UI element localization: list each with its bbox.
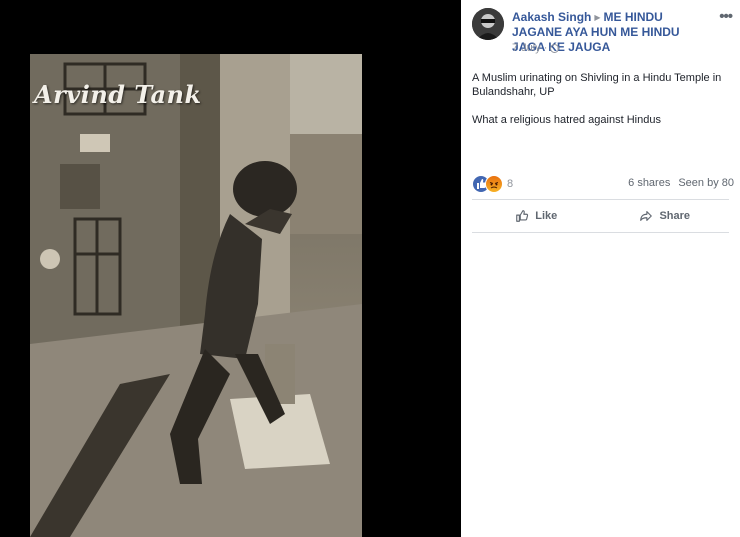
globe-icon xyxy=(550,43,560,53)
video-watermark: Arvind Tank xyxy=(34,80,202,109)
divider xyxy=(472,199,729,200)
angry-reaction-icon xyxy=(485,175,503,193)
more-options-button[interactable]: ••• xyxy=(719,8,733,25)
divider xyxy=(472,232,729,233)
author-name[interactable]: Aakash Singh xyxy=(512,10,591,24)
avatar[interactable] xyxy=(472,8,504,40)
like-button[interactable]: Like xyxy=(472,203,601,229)
post-body: A Muslim urinating on Shivling in a Hind… xyxy=(472,71,734,141)
caret-right-icon: ▶ xyxy=(594,13,601,22)
post-actions: Like Share xyxy=(472,203,729,229)
post-text-paragraph-2: What a religious hatred against Hindus xyxy=(472,114,661,126)
post-panel: Aakash Singh ▶ ME HINDU JAGANE AYA HUN ME … xyxy=(461,0,740,537)
seen-count[interactable]: Seen by 80 xyxy=(678,177,734,189)
share-button[interactable]: Share xyxy=(601,203,730,229)
post-text-paragraph-1: A Muslim urinating on Shivling in a Hind… xyxy=(472,72,722,98)
like-label: Like xyxy=(535,210,558,222)
separator-dot: · xyxy=(543,42,548,54)
post-date[interactable]: 7 July xyxy=(512,42,541,54)
thumbs-up-icon xyxy=(516,210,529,222)
reaction-count: 8 xyxy=(507,178,514,190)
post-stats: 6 shares Seen by 80 xyxy=(628,177,734,189)
media-viewer: Arvind Tank xyxy=(0,0,461,537)
more-dots-icon: ••• xyxy=(719,8,733,25)
shares-count[interactable]: 6 shares xyxy=(628,177,670,189)
share-icon xyxy=(640,211,653,221)
avatar-image xyxy=(472,8,504,40)
reactions-summary[interactable]: 8 xyxy=(472,175,513,193)
share-label: Share xyxy=(659,210,691,222)
video-player[interactable]: Arvind Tank xyxy=(30,54,362,537)
post-meta: 7 July · xyxy=(512,42,560,54)
video-frame xyxy=(30,54,362,537)
